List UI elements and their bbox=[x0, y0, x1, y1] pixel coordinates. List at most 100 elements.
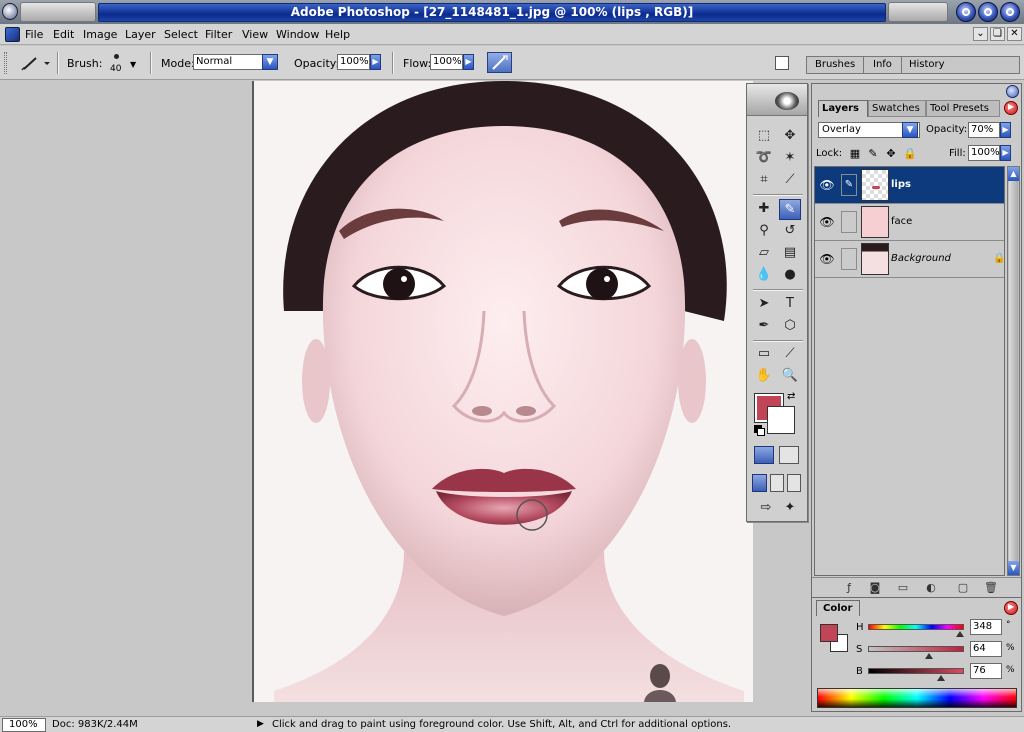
document-size-info[interactable]: Doc: 983K/2.44M bbox=[52, 719, 138, 730]
blur-tool-icon[interactable]: 💧 bbox=[753, 265, 775, 286]
hue-field[interactable]: 348 bbox=[970, 619, 1002, 635]
layer-list-scrollbar[interactable]: ▲ ▼ bbox=[1007, 166, 1020, 576]
hue-slider-handle[interactable] bbox=[956, 631, 964, 637]
tab-color[interactable]: Color bbox=[816, 600, 860, 616]
photoshop-app-icon[interactable] bbox=[2, 3, 18, 20]
blend-mode-dropdown-icon[interactable]: ▼ bbox=[902, 122, 918, 138]
tab-layers[interactable]: Layers bbox=[818, 100, 868, 117]
lasso-tool-icon[interactable]: ➰ bbox=[753, 148, 775, 169]
layer-visibility-eye-icon[interactable]: 👁 bbox=[819, 214, 835, 230]
full-screen-menu-mode-button[interactable] bbox=[770, 474, 784, 492]
layer-mask-icon[interactable]: ◙ bbox=[868, 581, 882, 595]
background-color-swatch[interactable] bbox=[767, 406, 795, 434]
tab-brushes[interactable]: Brushes bbox=[815, 59, 855, 70]
new-layer-icon[interactable]: ▢ bbox=[956, 581, 970, 595]
delete-layer-icon[interactable]: 🗑 bbox=[984, 581, 998, 595]
brush-picker[interactable]: 40 ▼ bbox=[106, 52, 136, 76]
saturation-slider[interactable] bbox=[868, 646, 964, 652]
fill-slider-icon[interactable]: ▶ bbox=[1000, 145, 1011, 161]
layer-link-box[interactable] bbox=[841, 248, 857, 270]
mode-select[interactable]: Normal bbox=[193, 54, 263, 70]
hand-tool-icon[interactable]: ✋ bbox=[753, 366, 775, 387]
marquee-tool-icon[interactable]: ⬚ bbox=[753, 126, 775, 147]
opacity-field[interactable]: 100% bbox=[337, 54, 370, 70]
brightness-slider[interactable] bbox=[868, 668, 964, 674]
zoom-tool-icon[interactable]: 🔍 bbox=[779, 366, 801, 387]
tab-swatches[interactable]: Swatches bbox=[868, 100, 926, 117]
color-foreground-swatch[interactable] bbox=[820, 624, 838, 642]
brush-tool-preset-icon[interactable] bbox=[20, 54, 50, 72]
eyedropper-tool-icon[interactable]: ⟋ bbox=[779, 344, 801, 365]
color-palette-menu-icon[interactable] bbox=[1004, 601, 1018, 615]
layers-palette-menu-icon[interactable] bbox=[1004, 101, 1018, 115]
lock-all-icon[interactable]: 🔒 bbox=[903, 148, 917, 160]
brightness-field[interactable]: 76 bbox=[970, 663, 1002, 679]
layer-opacity-field[interactable]: 70% bbox=[968, 122, 1000, 138]
lock-transparency-icon[interactable]: ▦ bbox=[849, 148, 861, 160]
airbrush-toggle-button[interactable] bbox=[487, 52, 512, 73]
minimize-button[interactable] bbox=[956, 2, 976, 22]
notes-tool-icon[interactable]: ▭ bbox=[753, 344, 775, 365]
doc-close-icon[interactable]: ✕ bbox=[1007, 27, 1022, 41]
maximize-button[interactable] bbox=[978, 2, 998, 22]
imageready-icon[interactable]: ✦ bbox=[779, 498, 801, 519]
options-grip[interactable] bbox=[4, 52, 7, 74]
pen-tool-icon[interactable]: ✒ bbox=[753, 316, 775, 337]
menu-file[interactable]: File bbox=[25, 28, 43, 41]
menu-window[interactable]: Window bbox=[276, 28, 319, 41]
layer-visibility-eye-icon[interactable]: 👁 bbox=[819, 251, 835, 267]
toolbox-header[interactable] bbox=[747, 84, 807, 116]
gradient-tool-icon[interactable]: ▤ bbox=[779, 243, 801, 264]
layer-style-icon[interactable]: ƒ bbox=[842, 581, 856, 595]
history-brush-tool-icon[interactable]: ↺ bbox=[779, 221, 801, 242]
standard-screen-mode-button[interactable] bbox=[752, 474, 767, 492]
lock-position-icon[interactable]: ✥ bbox=[885, 148, 897, 160]
saturation-field[interactable]: 64 bbox=[970, 641, 1002, 657]
quick-mask-mode-button[interactable] bbox=[779, 446, 799, 464]
fill-field[interactable]: 100% bbox=[968, 145, 1000, 161]
adjustment-layer-icon[interactable]: ◐ bbox=[924, 581, 938, 595]
slice-tool-icon[interactable]: ⟋ bbox=[779, 170, 801, 191]
standard-mode-button[interactable] bbox=[754, 446, 774, 464]
scroll-down-icon[interactable]: ▼ bbox=[1008, 561, 1019, 575]
flow-slider-icon[interactable]: ▶ bbox=[463, 54, 474, 70]
menu-image[interactable]: Image bbox=[83, 28, 117, 41]
menu-filter[interactable]: Filter bbox=[205, 28, 232, 41]
tab-tool-presets[interactable]: Tool Presets bbox=[926, 100, 1000, 117]
layer-brush-link-icon[interactable]: ✎ bbox=[841, 174, 857, 196]
color-spectrum-bar[interactable] bbox=[817, 688, 1017, 708]
eraser-tool-icon[interactable]: ▱ bbox=[753, 243, 775, 264]
layer-link-box[interactable] bbox=[841, 211, 857, 233]
layer-row-background[interactable]: 👁 Background 🔒 bbox=[815, 241, 1004, 278]
crop-tool-icon[interactable]: ⌗ bbox=[753, 170, 775, 191]
saturation-slider-handle[interactable] bbox=[925, 653, 933, 659]
swap-colors-icon[interactable]: ⇄ bbox=[787, 392, 797, 402]
shape-tool-icon[interactable]: ⬡ bbox=[779, 316, 801, 337]
brightness-slider-handle[interactable] bbox=[937, 675, 945, 681]
layer-row-lips[interactable]: 👁 ✎ lips bbox=[815, 167, 1004, 204]
mode-dropdown-icon[interactable]: ▼ bbox=[262, 54, 278, 70]
doc-restore-icon[interactable]: ❏ bbox=[990, 27, 1005, 41]
layer-opacity-slider-icon[interactable]: ▶ bbox=[1000, 122, 1011, 138]
menu-layer[interactable]: Layer bbox=[125, 28, 156, 41]
palette-close-icon[interactable] bbox=[1006, 85, 1019, 98]
layer-row-face[interactable]: 👁 face bbox=[815, 204, 1004, 241]
default-colors-icon[interactable] bbox=[754, 425, 765, 436]
path-selection-tool-icon[interactable]: ➤ bbox=[753, 294, 775, 315]
magic-wand-tool-icon[interactable]: ✶ bbox=[779, 148, 801, 169]
menu-edit[interactable]: Edit bbox=[53, 28, 74, 41]
brush-tool-icon[interactable]: ✎ bbox=[779, 199, 801, 220]
flow-field[interactable]: 100% bbox=[430, 54, 463, 70]
status-menu-arrow-icon[interactable]: ▶ bbox=[257, 719, 264, 729]
new-layer-set-icon[interactable]: ▭ bbox=[896, 581, 910, 595]
tab-info[interactable]: Info bbox=[873, 59, 892, 70]
document-canvas[interactable] bbox=[252, 81, 753, 702]
zoom-level-field[interactable]: 100% bbox=[2, 718, 46, 732]
scroll-up-icon[interactable]: ▲ bbox=[1008, 167, 1019, 181]
type-tool-icon[interactable]: T bbox=[779, 294, 801, 315]
hue-slider[interactable] bbox=[868, 624, 964, 630]
healing-brush-tool-icon[interactable]: ✚ bbox=[753, 199, 775, 220]
layers-palette-header[interactable] bbox=[812, 84, 1021, 100]
lock-image-icon[interactable]: ✎ bbox=[867, 148, 879, 160]
document-icon[interactable] bbox=[5, 27, 20, 42]
